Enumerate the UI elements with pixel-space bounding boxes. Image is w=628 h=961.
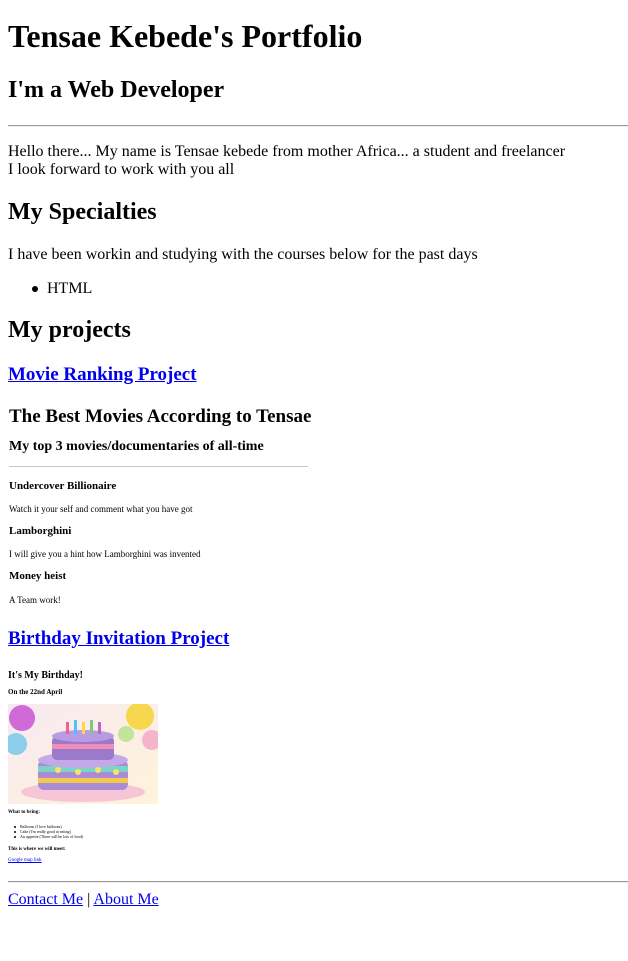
projects-heading: My projects bbox=[8, 317, 131, 343]
movie-item-title: Money heist bbox=[9, 570, 67, 582]
birthday-project-link[interactable]: Birthday Invitation Project bbox=[8, 628, 229, 650]
bullet-icon bbox=[14, 836, 16, 838]
bring-item: An appetite (There will be lots of food) bbox=[20, 834, 83, 839]
footer-divider bbox=[8, 881, 628, 883]
intro-text: Hello there... My name is Tensae kebede … bbox=[8, 143, 565, 179]
about-me-link[interactable]: About Me bbox=[93, 891, 158, 908]
bullet-icon bbox=[32, 286, 38, 292]
google-map-link[interactable]: Google map link bbox=[8, 858, 42, 863]
specialties-heading: My Specialties bbox=[8, 199, 157, 225]
movie-item-desc: A Team work! bbox=[9, 595, 61, 605]
contact-me-link[interactable]: Contact Me bbox=[8, 891, 83, 908]
intro-line-2: I look forward to work with you all bbox=[8, 161, 235, 178]
movie-item-title: Lamborghini bbox=[9, 525, 72, 537]
movie-preview-title: The Best Movies According to Tensae bbox=[9, 406, 312, 427]
specialty-item: HTML bbox=[47, 280, 93, 297]
movie-project-link[interactable]: Movie Ranking Project bbox=[8, 364, 197, 386]
page-title: Tensae Kebede's Portfolio bbox=[8, 18, 363, 54]
footer-separator: | bbox=[87, 891, 91, 908]
specialties-text: I have been workin and studying with the… bbox=[8, 246, 478, 263]
intro-line-1: Hello there... My name is Tensae kebede … bbox=[8, 143, 566, 160]
movie-item-desc: I will give you a hint how Lamborghini w… bbox=[9, 549, 201, 559]
bring-heading: What to bring: bbox=[8, 810, 40, 815]
divider bbox=[8, 125, 628, 127]
birthday-preview-title: It's My Birthday! bbox=[8, 670, 83, 681]
meet-heading: This is where we will meet: bbox=[8, 847, 66, 852]
movie-item-desc: Watch it your self and comment what you … bbox=[9, 504, 193, 514]
birthday-cake-image bbox=[8, 704, 158, 804]
bullet-icon bbox=[14, 826, 16, 828]
movie-preview-divider bbox=[9, 466, 308, 467]
movie-preview-subtitle: My top 3 movies/documentaries of all-tim… bbox=[9, 439, 264, 454]
footer: Contact Me | About Me bbox=[8, 891, 159, 909]
bullet-icon bbox=[14, 831, 16, 833]
page-subtitle: I'm a Web Developer bbox=[8, 77, 225, 103]
birthday-preview-date: On the 22nd April bbox=[8, 688, 63, 696]
movie-item-title: Undercover Billionaire bbox=[9, 480, 117, 492]
